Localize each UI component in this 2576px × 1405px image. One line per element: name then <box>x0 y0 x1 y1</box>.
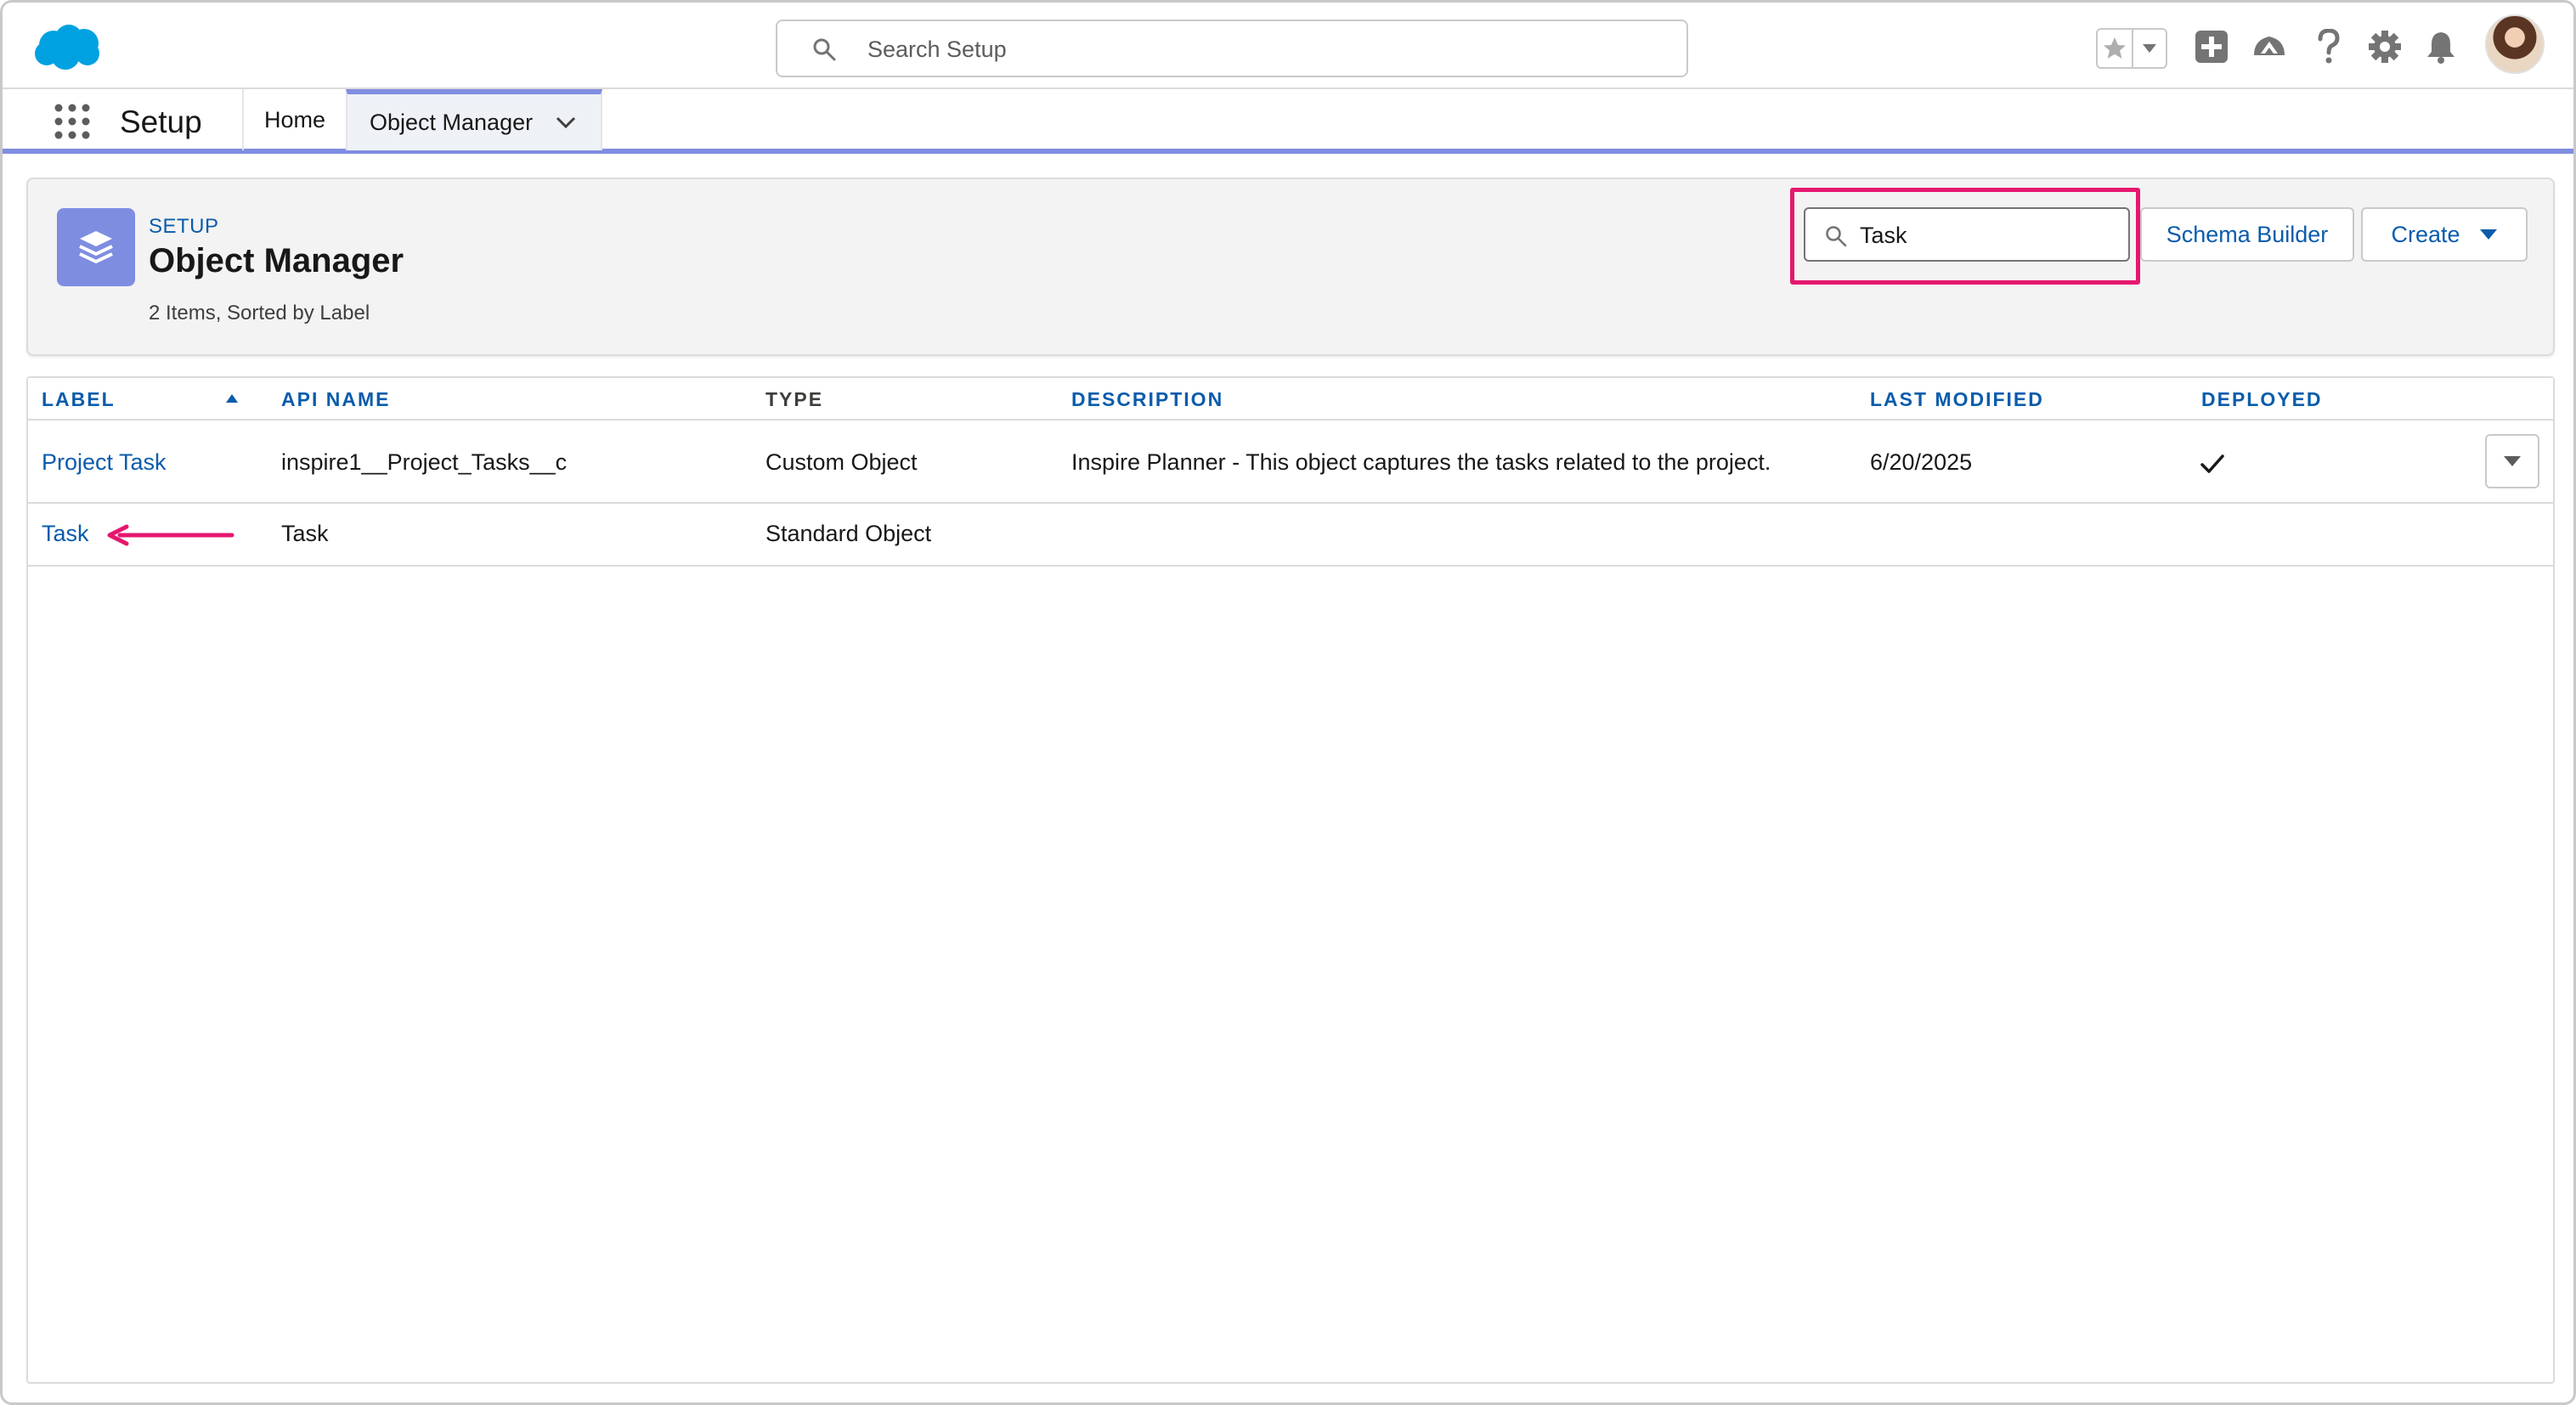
sort-ascending-icon[interactable] <box>225 393 239 403</box>
object-label-link[interactable]: Task <box>42 521 89 547</box>
breadcrumb[interactable]: SETUP <box>149 215 219 239</box>
bell-icon[interactable] <box>2419 25 2463 69</box>
create-label: Create <box>2391 221 2460 247</box>
gear-icon[interactable] <box>2363 25 2407 69</box>
global-header: Search Setup <box>3 3 2573 89</box>
schema-builder-button[interactable]: Schema Builder <box>2140 207 2354 262</box>
tab-home[interactable]: Home <box>244 89 346 150</box>
arrow-left-icon <box>107 524 234 546</box>
page-title: Object Manager <box>149 242 404 279</box>
description-cell: Inspire Planner - This object captures t… <box>1071 449 1771 475</box>
app-launcher-icon[interactable] <box>54 103 91 140</box>
quick-find-input[interactable]: Task <box>1804 207 2130 262</box>
search-icon <box>813 38 836 61</box>
chevron-down-icon[interactable] <box>2133 30 2166 67</box>
checkmark-icon <box>2200 454 2224 473</box>
app-window: Search Setup Setup Home Object Manager S… <box>0 0 2576 1405</box>
column-header-last-modified[interactable]: LAST MODIFIED <box>1870 388 2044 411</box>
app-name: Setup <box>120 104 202 139</box>
schema-builder-label: Schema Builder <box>2166 221 2329 247</box>
column-header-api-name[interactable]: API NAME <box>281 388 390 411</box>
caret-down-icon <box>2479 229 2497 240</box>
object-label-link[interactable]: Project Task <box>42 449 167 476</box>
search-icon <box>1826 226 1847 247</box>
avatar[interactable] <box>2485 14 2545 74</box>
create-button[interactable]: Create <box>2361 207 2528 262</box>
star-icon[interactable] <box>2098 30 2133 67</box>
api-name-cell: Task <box>281 521 329 546</box>
column-header-type: TYPE <box>765 388 824 410</box>
favorites-button-group <box>2096 28 2167 69</box>
objects-table: LABEL API NAME TYPE DESCRIPTION LAST MOD… <box>26 376 2555 1384</box>
layers-icon <box>57 208 135 286</box>
caret-down-icon <box>2504 456 2521 466</box>
column-header-label[interactable]: LABEL <box>42 388 116 411</box>
table-row: Project Task inspire1__Project_Tasks__c … <box>28 420 2553 504</box>
row-actions-button[interactable] <box>2485 434 2539 488</box>
app-nav-bar: Setup Home Object Manager <box>3 89 2573 154</box>
table-header: LABEL API NAME TYPE DESCRIPTION LAST MOD… <box>28 378 2553 420</box>
column-header-description[interactable]: DESCRIPTION <box>1071 388 1223 411</box>
tab-object-manager[interactable]: Object Manager <box>346 89 602 150</box>
search-placeholder: Search Setup <box>867 37 1007 62</box>
item-count: 2 Items, Sorted by Label <box>149 302 370 324</box>
column-header-deployed[interactable]: DEPLOYED <box>2201 388 2323 411</box>
salesforce-logo[interactable] <box>31 21 105 72</box>
api-name-cell: inspire1__Project_Tasks__c <box>281 449 568 475</box>
page-header: SETUP Object Manager 2 Items, Sorted by … <box>26 178 2555 356</box>
tab-object-manager-label: Object Manager <box>370 109 534 135</box>
type-cell: Standard Object <box>765 521 932 546</box>
chevron-down-icon[interactable] <box>555 113 577 132</box>
trailhead-icon[interactable] <box>2247 25 2291 69</box>
quick-find-value: Task <box>1860 223 1907 248</box>
last-modified-cell: 6/20/2025 <box>1870 449 1973 475</box>
help-icon[interactable] <box>2307 25 2351 69</box>
type-cell: Custom Object <box>765 449 918 475</box>
search-input[interactable]: Search Setup <box>776 20 1688 77</box>
table-row: Task Task Standard Object <box>28 504 2553 567</box>
plus-icon[interactable] <box>2189 25 2234 69</box>
